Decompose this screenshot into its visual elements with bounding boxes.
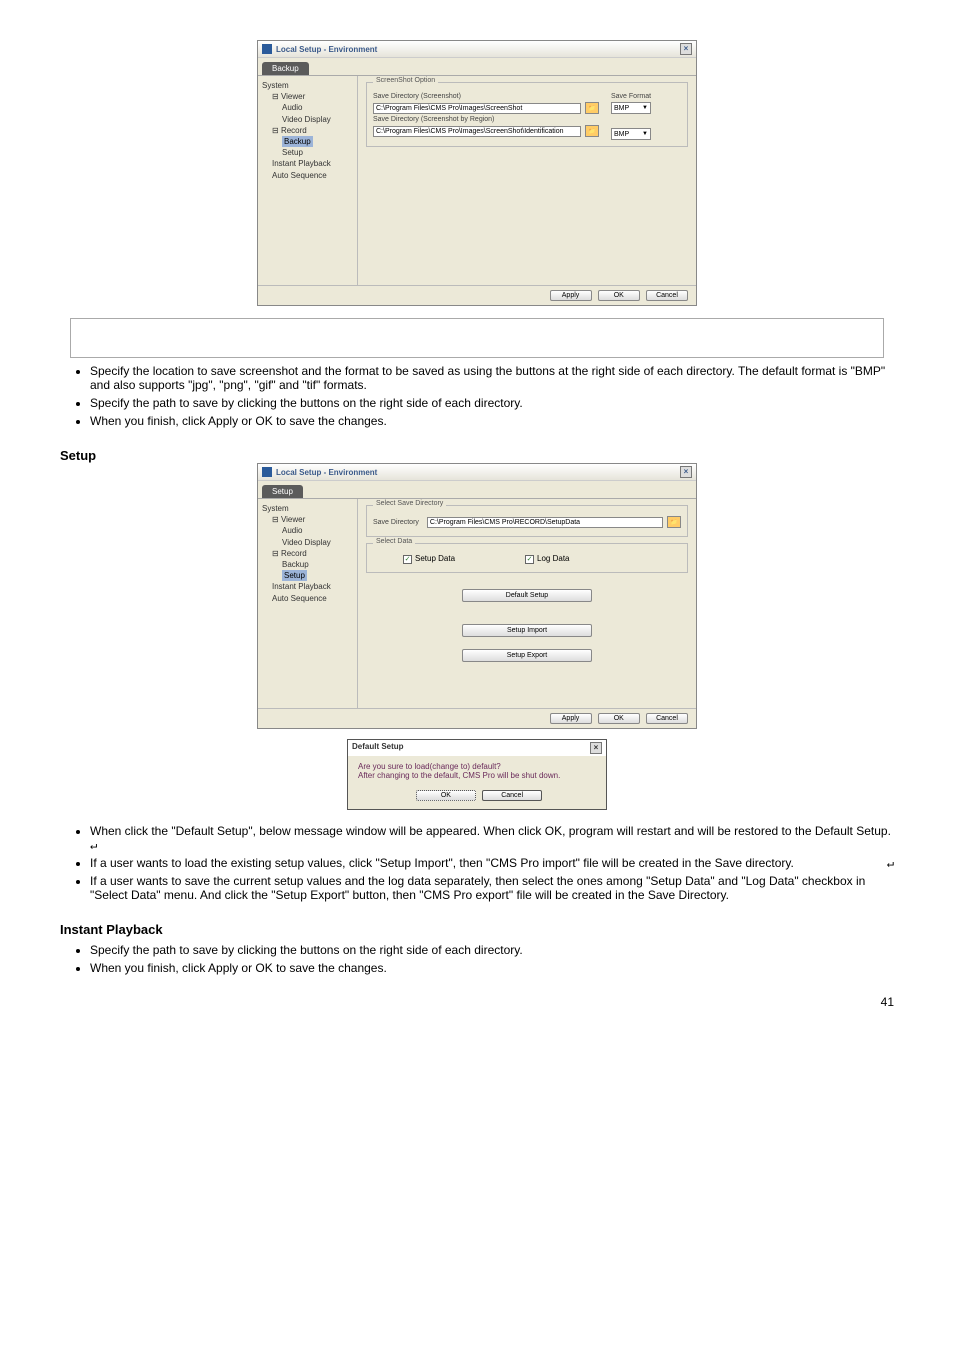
format-select-1[interactable]: BMP▼ bbox=[611, 102, 651, 114]
tree-item[interactable]: System bbox=[262, 80, 353, 91]
confirm-title: Default Setup bbox=[352, 742, 404, 754]
confirm-dialog: Default Setup × Are you sure to load(cha… bbox=[347, 739, 607, 810]
checkbox-label: Setup Data bbox=[415, 554, 455, 563]
app-icon bbox=[262, 44, 272, 54]
app-icon bbox=[262, 467, 272, 477]
tree-item[interactable]: System bbox=[262, 503, 353, 514]
browse-icon[interactable]: 📁 bbox=[667, 516, 681, 528]
tree-item[interactable]: Video Display bbox=[262, 114, 353, 125]
tree-item[interactable]: Backup bbox=[262, 559, 353, 570]
ok-button[interactable]: OK bbox=[598, 290, 640, 301]
checkbox-logdata[interactable]: ✓ bbox=[525, 555, 534, 564]
label-savedir: Save Directory bbox=[373, 519, 419, 526]
default-setup-button[interactable]: Default Setup bbox=[462, 589, 592, 602]
page-number: 41 bbox=[60, 995, 894, 1009]
tree-item[interactable]: Record bbox=[281, 549, 307, 558]
tree-item[interactable]: Setup bbox=[262, 147, 353, 158]
chevron-down-icon: ▼ bbox=[642, 105, 648, 111]
checkbox-setupdata[interactable]: ✓ bbox=[403, 555, 412, 564]
bullet: Specify the location to save screenshot … bbox=[90, 364, 894, 392]
close-icon[interactable]: × bbox=[680, 466, 692, 478]
tree-item[interactable]: Record bbox=[281, 126, 307, 135]
confirm-line1: Are you sure to load(change to) default? bbox=[358, 762, 596, 771]
bullet: When click the "Default Setup", below me… bbox=[90, 824, 891, 838]
bullet: Specify the path to save by clicking the… bbox=[90, 396, 894, 410]
label-dir2: Save Directory (Screenshot by Region) bbox=[373, 116, 599, 123]
tree-item[interactable]: Audio bbox=[262, 525, 353, 536]
apply-button[interactable]: Apply bbox=[550, 713, 592, 724]
heading-setup: Setup bbox=[60, 448, 894, 463]
setup-import-button[interactable]: Setup Import bbox=[462, 624, 592, 637]
tree-item[interactable]: Auto Sequence bbox=[262, 593, 353, 604]
nav-tree: System ⊟ Viewer Audio Video Display ⊟ Re… bbox=[258, 499, 358, 708]
nav-tree: System ⊟ Viewer Audio Video Display ⊟ Re… bbox=[258, 76, 358, 285]
dialog-backup: Local Setup - Environment × Backup Syste… bbox=[257, 40, 697, 306]
group-screenshot: ScreenShot Option bbox=[373, 77, 438, 84]
enter-icon: ↵ bbox=[887, 856, 894, 870]
heading-playback: Instant Playback bbox=[60, 922, 894, 937]
dialog-title: Local Setup - Environment bbox=[276, 45, 377, 54]
bullet-list-2: When click the "Default Setup", below me… bbox=[60, 824, 894, 902]
close-icon[interactable]: × bbox=[590, 742, 602, 754]
dialog-title: Local Setup - Environment bbox=[276, 468, 377, 477]
ok-button[interactable]: OK bbox=[598, 713, 640, 724]
close-icon[interactable]: × bbox=[680, 43, 692, 55]
tree-item[interactable]: Instant Playback bbox=[262, 158, 353, 169]
bullet: When you finish, click Apply or OK to sa… bbox=[90, 961, 894, 975]
bullet: When you finish, click Apply or OK to sa… bbox=[90, 414, 894, 428]
enter-icon: ↵ bbox=[90, 838, 97, 852]
confirm-cancel-button[interactable]: Cancel bbox=[482, 790, 542, 801]
bullet-list-1: Specify the location to save screenshot … bbox=[60, 364, 894, 428]
spacer-block bbox=[70, 318, 884, 358]
apply-button[interactable]: Apply bbox=[550, 290, 592, 301]
tree-item-selected[interactable]: Setup bbox=[282, 570, 307, 581]
tree-item[interactable]: Video Display bbox=[262, 537, 353, 548]
label-dir1: Save Directory (Screenshot) bbox=[373, 93, 599, 100]
checkbox-label: Log Data bbox=[537, 554, 569, 563]
tree-item[interactable]: Viewer bbox=[281, 92, 305, 101]
group-savedir: Select Save Directory bbox=[373, 500, 446, 507]
tab-backup[interactable]: Backup bbox=[262, 62, 309, 75]
confirm-line2: After changing to the default, CMS Pro w… bbox=[358, 771, 596, 780]
cancel-button[interactable]: Cancel bbox=[646, 713, 688, 724]
path-input-2[interactable]: C:\Program Files\CMS Pro\Images\ScreenSh… bbox=[373, 126, 581, 137]
browse-icon[interactable]: 📁 bbox=[585, 102, 599, 114]
group-selectdata: Select Data bbox=[373, 538, 415, 545]
format-select-2[interactable]: BMP▼ bbox=[611, 128, 651, 140]
label-save-format: Save Format bbox=[611, 93, 681, 100]
chevron-down-icon: ▼ bbox=[642, 131, 648, 137]
bullet: If a user wants to load the existing set… bbox=[90, 856, 794, 870]
tree-item[interactable]: Auto Sequence bbox=[262, 170, 353, 181]
confirm-ok-button[interactable]: OK bbox=[416, 790, 476, 801]
tab-setup[interactable]: Setup bbox=[262, 485, 303, 498]
tree-item[interactable]: Audio bbox=[262, 102, 353, 113]
browse-icon[interactable]: 📁 bbox=[585, 125, 599, 137]
bullet: Specify the path to save by clicking the… bbox=[90, 943, 894, 957]
tree-item[interactable]: Viewer bbox=[281, 515, 305, 524]
path-input-1[interactable]: C:\Program Files\CMS Pro\Images\ScreenSh… bbox=[373, 103, 581, 114]
cancel-button[interactable]: Cancel bbox=[646, 290, 688, 301]
bullet-list-3: Specify the path to save by clicking the… bbox=[60, 943, 894, 975]
tree-item-selected[interactable]: Backup bbox=[282, 136, 313, 147]
setup-export-button[interactable]: Setup Export bbox=[462, 649, 592, 662]
path-input[interactable]: C:\Program Files\CMS Pro\RECORD\SetupDat… bbox=[427, 517, 663, 528]
bullet: If a user wants to save the current setu… bbox=[90, 874, 894, 902]
tree-item[interactable]: Instant Playback bbox=[262, 581, 353, 592]
dialog-setup: Local Setup - Environment × Setup System… bbox=[257, 463, 697, 729]
